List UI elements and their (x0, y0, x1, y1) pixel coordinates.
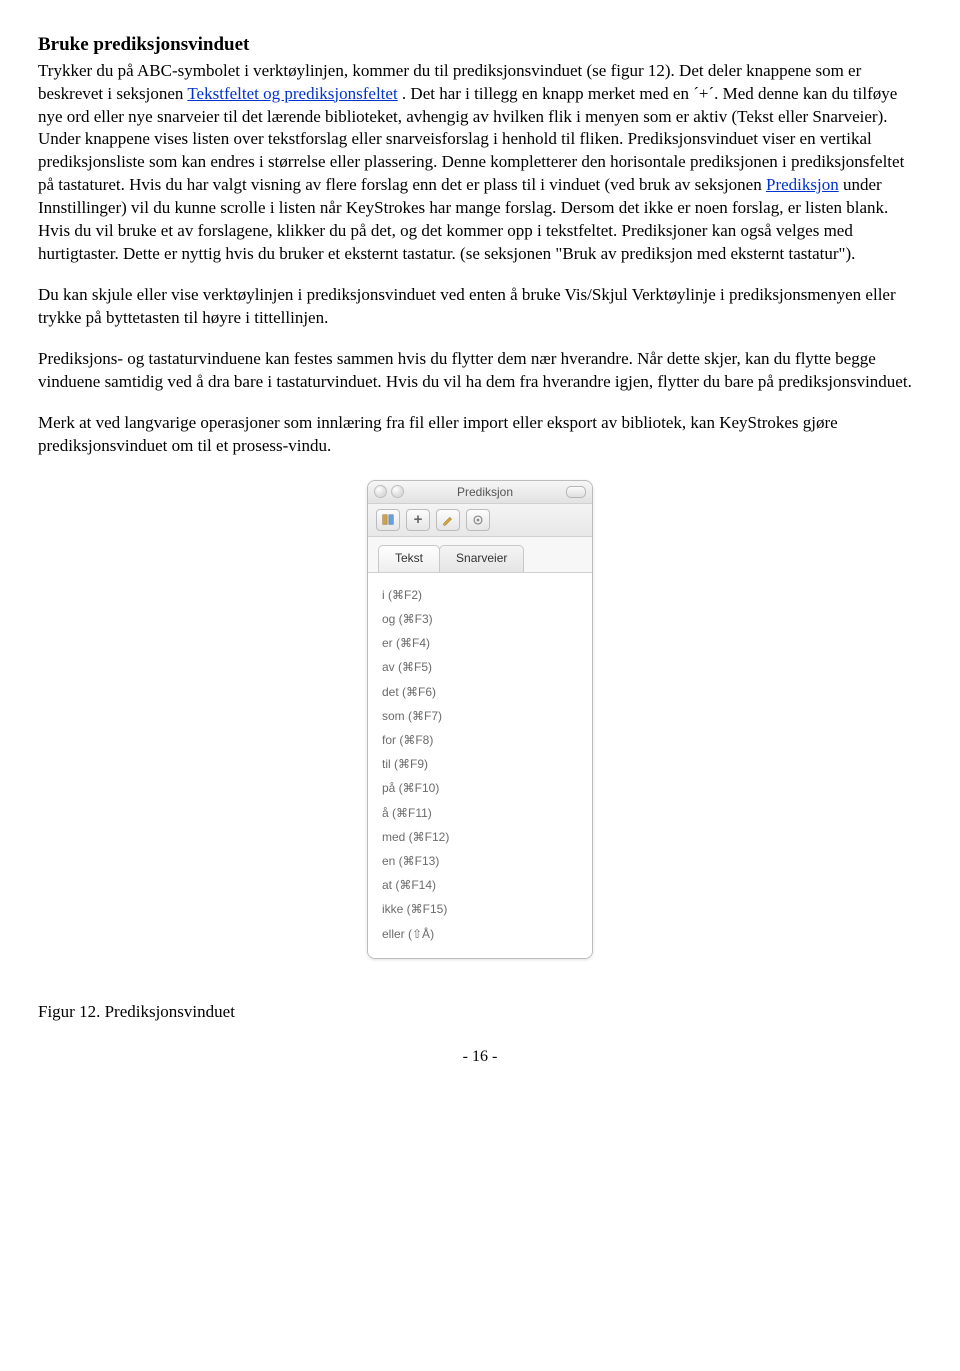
minimize-icon[interactable] (391, 485, 404, 498)
figure-caption: Figur 12. Prediksjonsvinduet (38, 1001, 922, 1024)
prediction-window-figure: Prediksjon + (367, 480, 593, 959)
list-item[interactable]: og (⌘F3) (382, 607, 584, 631)
toolbar-toggle-button[interactable] (566, 486, 586, 498)
section-heading: Bruke prediksjonsvinduet (38, 32, 922, 58)
list-item[interactable]: at (⌘F14) (382, 873, 584, 897)
list-item[interactable]: til (⌘F9) (382, 752, 584, 776)
library-button[interactable] (376, 509, 400, 531)
edit-button[interactable] (436, 509, 460, 531)
tab-shortcuts[interactable]: Snarveier (439, 545, 524, 572)
list-item[interactable]: av (⌘F5) (382, 655, 584, 679)
window-toolbar: + (368, 504, 592, 537)
pencil-icon (441, 513, 455, 527)
list-item[interactable]: med (⌘F12) (382, 825, 584, 849)
prediction-window: Prediksjon + (367, 480, 593, 959)
list-item[interactable]: for (⌘F8) (382, 728, 584, 752)
window-titlebar[interactable]: Prediksjon (368, 481, 592, 504)
list-item[interactable]: som (⌘F7) (382, 704, 584, 728)
tab-text[interactable]: Tekst (378, 545, 440, 572)
list-item[interactable]: er (⌘F4) (382, 631, 584, 655)
close-icon[interactable] (374, 485, 387, 498)
window-title: Prediksjon (457, 484, 513, 500)
traffic-lights (374, 485, 404, 498)
paragraph-3: Prediksjons- og tastaturvinduene kan fes… (38, 348, 922, 394)
figure-container: Prediksjon + (38, 480, 922, 959)
add-button[interactable]: + (406, 509, 430, 531)
paragraph-4: Merk at ved langvarige operasjoner som i… (38, 412, 922, 458)
paragraph-1: Trykker du på ABC-symbolet i verktøylinj… (38, 60, 922, 266)
list-item[interactable]: eller (⇧Å) (382, 922, 584, 946)
list-item[interactable]: en (⌘F13) (382, 849, 584, 873)
prediction-list: i (⌘F2) og (⌘F3) er (⌘F4) av (⌘F5) det (… (368, 573, 592, 958)
paragraph-2: Du kan skjule eller vise verktøylinjen i… (38, 284, 922, 330)
book-icon (381, 513, 395, 527)
list-item[interactable]: ikke (⌘F15) (382, 897, 584, 921)
list-item[interactable]: på (⌘F10) (382, 776, 584, 800)
settings-button[interactable] (466, 509, 490, 531)
gear-icon (471, 513, 485, 527)
link-tekstfeltet[interactable]: Tekstfeltet og prediksjonsfeltet (187, 84, 397, 103)
link-prediksjon[interactable]: Prediksjon (766, 175, 839, 194)
list-item[interactable]: å (⌘F11) (382, 801, 584, 825)
tab-bar: Tekst Snarveier (368, 537, 592, 573)
list-item[interactable]: det (⌘F6) (382, 680, 584, 704)
page-number: - 16 - (38, 1046, 922, 1068)
list-item[interactable]: i (⌘F2) (382, 583, 584, 607)
